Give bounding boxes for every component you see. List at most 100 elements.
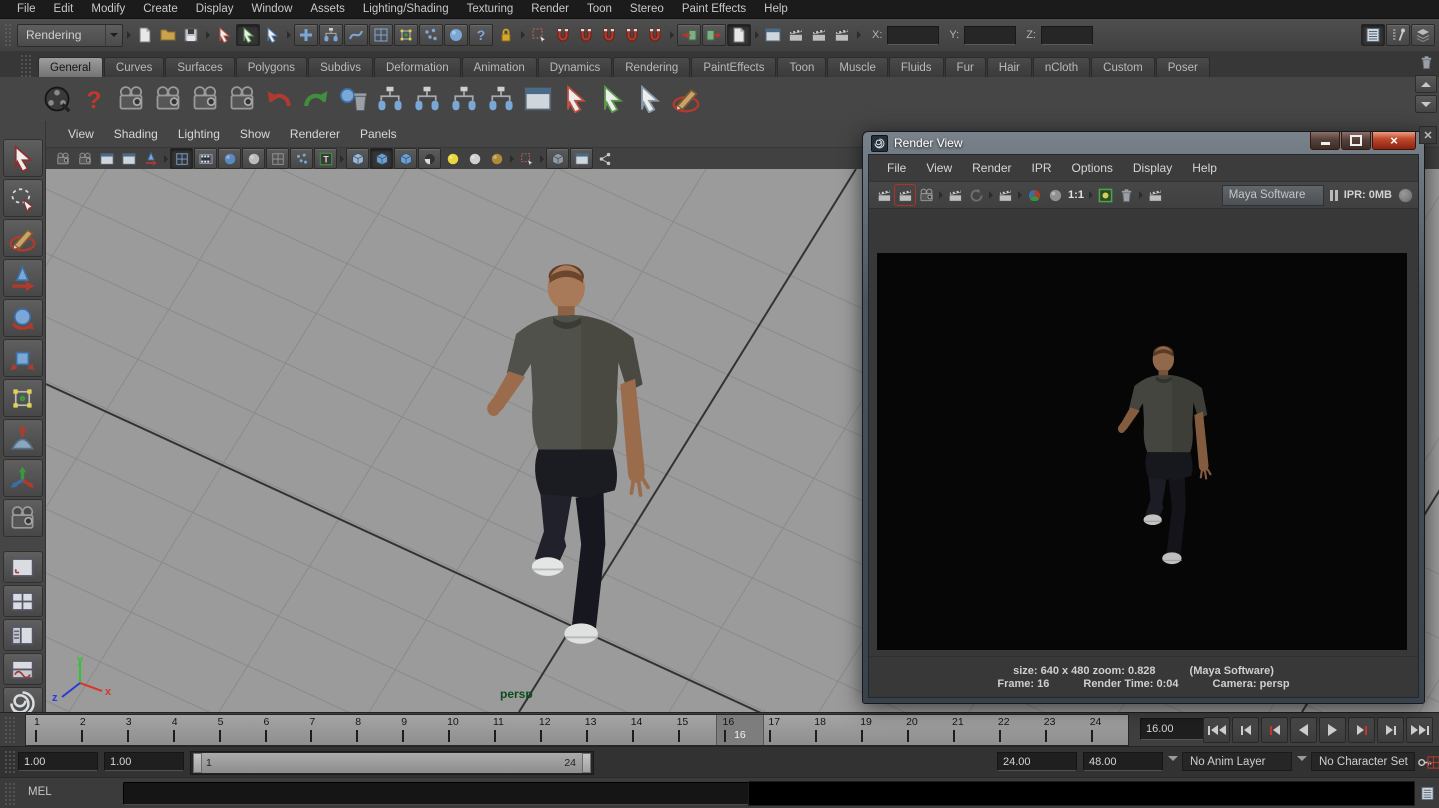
- textured-display-icon[interactable]: [394, 148, 417, 169]
- time-slider[interactable]: 1612345678910111213141516171819202122232…: [25, 714, 1129, 746]
- render-settings-icon[interactable]: [831, 24, 853, 46]
- undo-icon[interactable]: [262, 82, 296, 116]
- show-manipulator-tool[interactable]: [3, 459, 43, 497]
- separator-handle[interactable]: [987, 184, 994, 206]
- paint-selection-tool[interactable]: [3, 219, 43, 257]
- menu-create[interactable]: Create: [134, 0, 187, 18]
- menu-edit[interactable]: Edit: [45, 0, 83, 18]
- select-misc-mask-icon[interactable]: [469, 24, 493, 46]
- shelf-scroll-down-button[interactable]: [1415, 95, 1437, 113]
- range-start-handle[interactable]: [193, 753, 202, 773]
- renderview-menu-render[interactable]: Render: [962, 161, 1021, 175]
- menu-texturing[interactable]: Texturing: [458, 0, 523, 18]
- snap-to-points-icon[interactable]: [598, 24, 620, 46]
- panel-menu-show[interactable]: Show: [230, 127, 280, 141]
- shelf-tab-curves[interactable]: Curves: [104, 57, 164, 77]
- separator-handle[interactable]: [753, 24, 760, 46]
- safe-title-icon[interactable]: [314, 148, 337, 169]
- shelf-tab-surfaces[interactable]: Surfaces: [165, 57, 234, 77]
- renderview-menu-options[interactable]: Options: [1062, 161, 1123, 175]
- construction-history-icon[interactable]: [727, 24, 751, 46]
- render-current-frame-icon[interactable]: [785, 24, 807, 46]
- new-scene-icon[interactable]: [134, 24, 156, 46]
- panel-menu-panels[interactable]: Panels: [350, 127, 407, 141]
- shelf-scroll-up-button[interactable]: [1415, 75, 1437, 93]
- menu-set-selector[interactable]: Rendering: [17, 24, 123, 47]
- range-grip[interactable]: [4, 750, 16, 774]
- select-dynamics-mask-icon[interactable]: [419, 24, 443, 46]
- shelf-delete-icon[interactable]: [1419, 55, 1434, 73]
- grid-toggle-icon[interactable]: [170, 148, 193, 169]
- auto-keyframe-icon[interactable]: [1424, 753, 1439, 771]
- track-camera-icon[interactable]: [151, 82, 185, 116]
- keep-image-icon[interactable]: [1095, 185, 1115, 205]
- rotate-tool[interactable]: [3, 299, 43, 337]
- play-backwards-button[interactable]: [1290, 717, 1317, 743]
- one-to-one-zoom-button[interactable]: 1:1: [1066, 185, 1086, 205]
- xray-display-icon[interactable]: [546, 148, 569, 169]
- shelf-tab-custom[interactable]: Custom: [1091, 57, 1155, 77]
- renderer-selector[interactable]: Maya Software: [1222, 185, 1324, 206]
- scale-tool[interactable]: [3, 339, 43, 377]
- shelf-tab-fur[interactable]: Fur: [945, 57, 986, 77]
- smooth-shade-icon[interactable]: [370, 148, 393, 169]
- anim-layer-selector[interactable]: No Anim Layer: [1182, 752, 1292, 771]
- go-to-end-button[interactable]: [1406, 717, 1433, 743]
- field-chart-icon[interactable]: [266, 148, 289, 169]
- step-back-frame-button[interactable]: [1232, 717, 1259, 743]
- menu-file[interactable]: File: [8, 0, 45, 18]
- separator-handle[interactable]: [508, 148, 515, 170]
- dolly-camera-icon[interactable]: [188, 82, 222, 116]
- help-icon[interactable]: [77, 82, 111, 116]
- chevron-down-icon[interactable]: [1168, 756, 1178, 766]
- snap-to-grids-icon[interactable]: [552, 24, 574, 46]
- menu-assets[interactable]: Assets: [301, 0, 354, 18]
- timeline-grip[interactable]: [4, 716, 16, 743]
- two-d-pan-zoom-icon[interactable]: [140, 149, 161, 168]
- chevron-down-icon[interactable]: [1297, 756, 1307, 766]
- shelf-tab-painteffects[interactable]: PaintEffects: [691, 57, 776, 77]
- animation-end-field[interactable]: [1083, 752, 1163, 771]
- shelf-tab-fluids[interactable]: Fluids: [889, 57, 944, 77]
- group-icon[interactable]: [447, 82, 481, 116]
- bookmarks-icon[interactable]: [96, 149, 117, 168]
- command-output[interactable]: [748, 781, 1415, 806]
- shelf-tab-polygons[interactable]: Polygons: [236, 57, 307, 77]
- wireframe-display-icon[interactable]: [346, 148, 369, 169]
- parent-icon[interactable]: [373, 82, 407, 116]
- unparent-icon[interactable]: [410, 82, 444, 116]
- range-end-handle[interactable]: [582, 753, 591, 773]
- x-coordinate-input[interactable]: [887, 26, 939, 45]
- pause-ipr-icon[interactable]: [1330, 190, 1338, 201]
- separator-handle[interactable]: [338, 148, 345, 170]
- menu-render[interactable]: Render: [522, 0, 578, 18]
- character-set-selector[interactable]: No Character Set: [1311, 752, 1415, 771]
- snap-to-surfaces-icon[interactable]: [644, 24, 666, 46]
- film-gate-icon[interactable]: [194, 148, 217, 169]
- open-scene-icon[interactable]: [157, 24, 179, 46]
- range-slider[interactable]: 1 24: [190, 751, 594, 775]
- menu-help[interactable]: Help: [755, 0, 797, 18]
- select-joints-mask-icon[interactable]: [319, 24, 343, 46]
- playback-start-field[interactable]: [104, 752, 184, 771]
- alpha-channel-icon[interactable]: [1045, 185, 1065, 205]
- separator-handle[interactable]: [1087, 184, 1094, 206]
- animation-start-field[interactable]: [18, 752, 98, 771]
- select-tool[interactable]: [3, 139, 43, 177]
- shelf-tab-ncloth[interactable]: nCloth: [1033, 57, 1090, 77]
- separator-handle[interactable]: [204, 24, 211, 46]
- separator-handle[interactable]: [538, 148, 545, 170]
- open-render-settings-icon[interactable]: [1145, 185, 1165, 205]
- command-input[interactable]: [123, 782, 749, 805]
- close-pane-icon[interactable]: ✕: [1419, 126, 1437, 144]
- select-camera-icon[interactable]: [52, 149, 73, 168]
- safe-action-icon[interactable]: [290, 148, 313, 169]
- menu-paint-effects[interactable]: Paint Effects: [673, 0, 755, 18]
- close-button[interactable]: ×: [1372, 132, 1416, 150]
- renderview-menu-display[interactable]: Display: [1123, 161, 1182, 175]
- separator-handle[interactable]: [162, 148, 169, 170]
- separator-handle[interactable]: [855, 24, 862, 46]
- select-curves-mask-icon[interactable]: [344, 24, 368, 46]
- menu-toon[interactable]: Toon: [578, 0, 621, 18]
- ungroup-icon[interactable]: [484, 82, 518, 116]
